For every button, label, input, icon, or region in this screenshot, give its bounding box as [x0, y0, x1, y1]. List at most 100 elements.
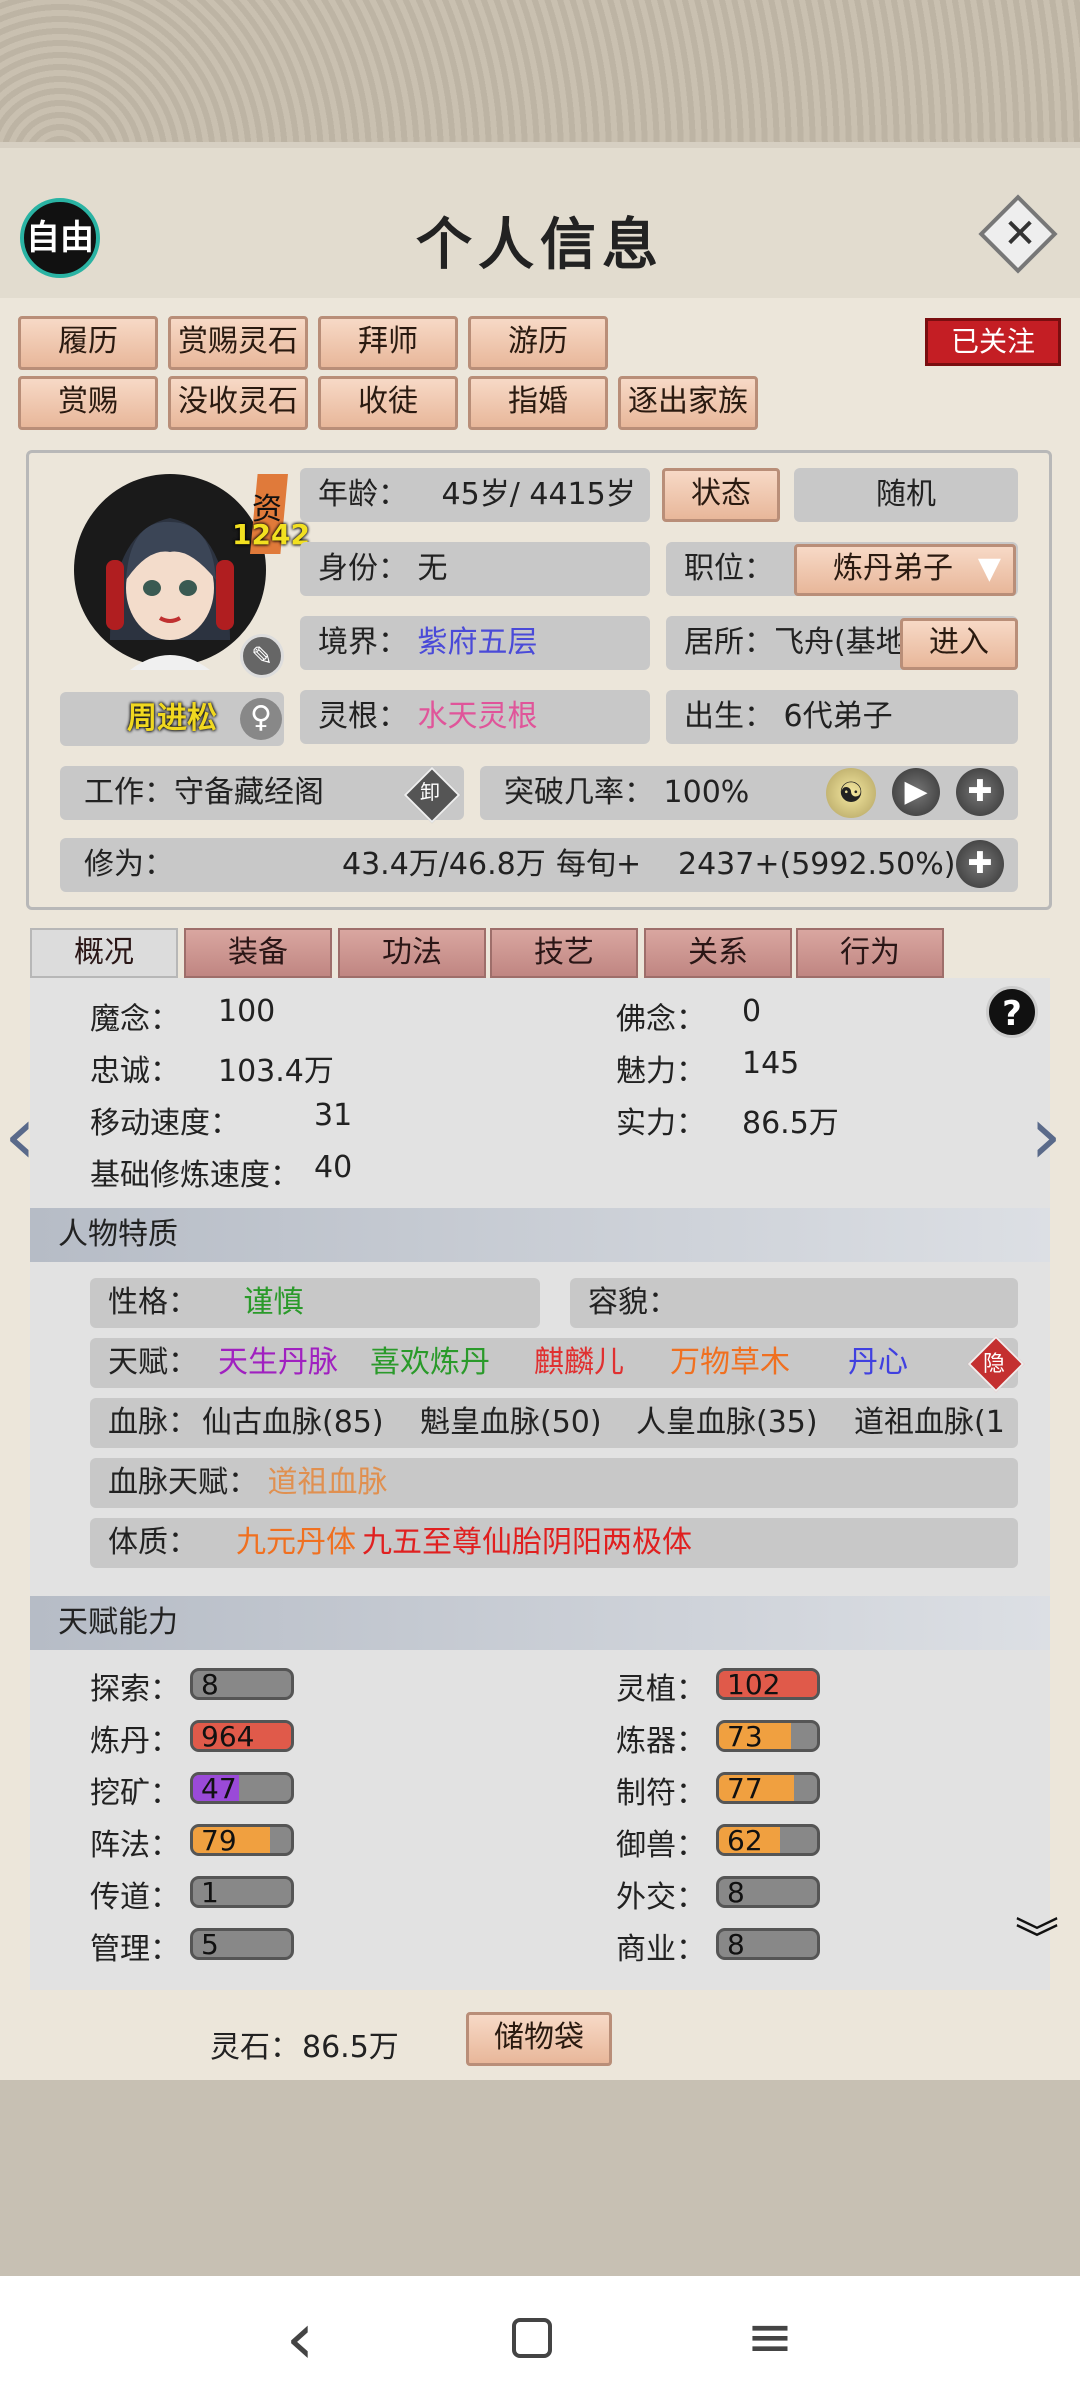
ability-label: 挖矿：	[90, 1776, 180, 1811]
age-label: 年龄：	[318, 477, 408, 512]
bloodline-item: 仙古血脉(85)	[202, 1405, 384, 1440]
per-tick-value: 2437+(5992.50%)	[678, 847, 956, 882]
cultivation-label: 修为：	[84, 847, 174, 882]
root-label: 灵根：	[318, 699, 408, 734]
home-icon[interactable]	[512, 2318, 552, 2358]
scroll-down-icon[interactable]: ︾	[1012, 1918, 1062, 1970]
action-reward-button[interactable]: 赏赐	[18, 376, 158, 430]
tab-techniques[interactable]: 功法	[338, 928, 486, 978]
spirit-stone-label: 灵石：	[210, 2030, 300, 2065]
stat-buddha-value: 0	[742, 994, 762, 1029]
action-take-disciple-button[interactable]: 收徒	[318, 376, 458, 430]
back-icon[interactable]: ‹	[270, 2298, 330, 2378]
blood-talent-value: 道祖血脉	[267, 1465, 388, 1500]
ability-label: 御兽：	[616, 1828, 706, 1863]
ability-label: 探索：	[90, 1672, 180, 1707]
action-apprentice-button[interactable]: 拜师	[318, 316, 458, 370]
tab-relations[interactable]: 关系	[644, 928, 792, 978]
talent-item: 麒麟儿	[534, 1345, 624, 1380]
traits-section-header: 人物特质	[30, 1208, 1050, 1262]
blood-talent-field: 血脉天赋： 道祖血脉	[90, 1458, 1018, 1508]
stat-demon-value: 100	[218, 994, 276, 1029]
stat-speed-label: 移动速度：	[90, 1106, 240, 1141]
help-icon[interactable]: ?	[986, 986, 1038, 1038]
identity-label: 身份：	[318, 551, 408, 586]
talent-item: 丹心	[848, 1345, 908, 1380]
ability-label: 制符：	[616, 1776, 706, 1811]
chevron-down-icon: ▼	[977, 551, 1001, 586]
bloodline-label: 血脉：	[108, 1405, 198, 1440]
play-icon[interactable]: ▶	[892, 768, 940, 816]
status-button[interactable]: 状态	[662, 468, 780, 522]
bottom-decor-band	[0, 2080, 1080, 2276]
ability-value: 8	[201, 1668, 219, 1700]
ability-value: 102	[727, 1668, 781, 1700]
ability-value: 8	[727, 1928, 745, 1960]
ability-bar: 73	[716, 1720, 820, 1752]
tab-overview[interactable]: 概况	[30, 928, 178, 978]
add-icon[interactable]: ✚	[956, 768, 1004, 816]
ability-bar: 8	[716, 1928, 820, 1960]
stat-loyalty-label: 忠诚：	[90, 1054, 180, 1089]
personality-field: 性格： 谨慎	[90, 1278, 540, 1328]
ability-value: 47	[201, 1772, 237, 1804]
abilities-section-header: 天赋能力	[30, 1596, 1050, 1650]
position-select[interactable]: 炼丹弟子 ▼	[794, 544, 1016, 596]
identity-field: 身份： 无	[300, 542, 650, 596]
follow-badge[interactable]: 已关注	[925, 318, 1061, 366]
tab-behavior[interactable]: 行为	[796, 928, 944, 978]
ability-value: 5	[201, 1928, 219, 1960]
realm-value: 紫府五层	[417, 625, 538, 660]
random-button[interactable]: 随机	[794, 468, 1018, 522]
top-decor-band	[0, 0, 1080, 150]
prev-arrow-icon[interactable]: ‹	[4, 1096, 36, 1176]
close-icon: ✕	[1003, 211, 1037, 257]
stat-charm-value: 145	[742, 1046, 800, 1081]
action-expel-button[interactable]: 逐出家族	[618, 376, 758, 430]
storage-bag-button[interactable]: 储物袋	[466, 2012, 612, 2066]
ability-value: 77	[727, 1772, 763, 1804]
position-label: 职位：	[684, 551, 774, 586]
talent-label: 天赋：	[108, 1345, 198, 1380]
bloodline-item: 道祖血脉(1	[854, 1405, 1005, 1440]
root-value: 水天灵根	[417, 699, 538, 734]
stat-base-speed-value: 40	[314, 1150, 353, 1185]
cultivation-add-icon[interactable]: ✚	[956, 840, 1004, 888]
edit-name-icon[interactable]: ✎	[240, 634, 284, 678]
action-travel-button[interactable]: 游历	[468, 316, 608, 370]
ability-bar: 47	[190, 1772, 294, 1804]
breakthrough-figure-icon[interactable]: ☯	[826, 768, 876, 818]
ability-label: 炼丹：	[90, 1724, 180, 1759]
work-label: 工作：	[84, 775, 174, 810]
root-field: 灵根： 水天灵根	[300, 690, 650, 744]
talent-item: 喜欢炼丹	[370, 1345, 490, 1380]
hide-label: 隐	[982, 1352, 1005, 1377]
action-resume-button[interactable]: 履历	[18, 316, 158, 370]
ability-label: 传道：	[90, 1880, 180, 1915]
action-marriage-button[interactable]: 指婚	[468, 376, 608, 430]
appearance-label: 容貌：	[588, 1285, 678, 1320]
tab-equipment[interactable]: 装备	[184, 928, 332, 978]
ability-label: 商业：	[616, 1932, 706, 1967]
unload-label: 卸	[420, 780, 440, 804]
birth-label: 出生：	[684, 699, 774, 734]
physique-label: 体质：	[108, 1525, 198, 1560]
next-arrow-icon[interactable]: ›	[1030, 1096, 1062, 1176]
action-confiscate-stone-button[interactable]: 没收灵石	[168, 376, 308, 430]
talent-item: 万物草木	[670, 1345, 790, 1380]
age-field: 年龄： 45岁/ 4415岁	[300, 468, 650, 522]
ability-label: 灵植：	[616, 1672, 706, 1707]
ability-label: 炼器：	[616, 1724, 706, 1759]
position-value: 炼丹弟子	[833, 551, 953, 586]
tab-skills[interactable]: 技艺	[490, 928, 638, 978]
realm-label: 境界：	[318, 625, 408, 660]
avatar[interactable]	[70, 470, 270, 670]
enter-button[interactable]: 进入	[900, 618, 1018, 670]
spirit-stone-value: 86.5万	[302, 2030, 399, 2065]
ability-value: 1	[201, 1876, 219, 1908]
ability-value: 964	[201, 1720, 255, 1752]
physique-value: 九元丹体	[236, 1525, 356, 1560]
aptitude-value: 1242	[232, 518, 310, 551]
action-reward-stone-button[interactable]: 赏赐灵石	[168, 316, 308, 370]
menu-icon[interactable]: ≡	[740, 2298, 800, 2378]
